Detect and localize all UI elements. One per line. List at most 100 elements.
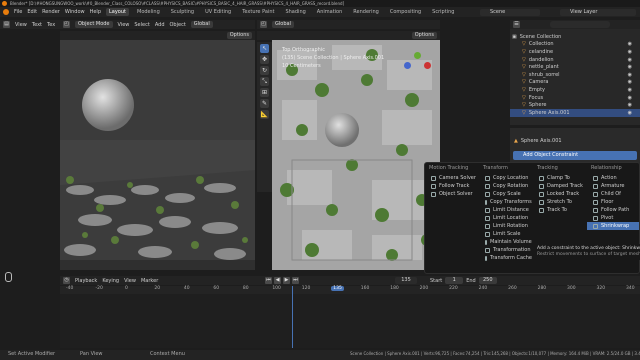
menu-file[interactable]: File [14, 9, 22, 15]
constraint-menu-item[interactable]: Limit Location [479, 214, 531, 222]
outliner-scene-collection[interactable]: ▣ Scene Collection [510, 33, 640, 41]
constraint-menu-item[interactable]: Shrinkwrap [587, 222, 639, 230]
constraint-menu-item[interactable]: Child Of [587, 190, 639, 198]
annotate-icon[interactable]: ✎ [260, 99, 269, 108]
eye-icon[interactable]: ◉ [628, 41, 632, 47]
scale-icon[interactable]: ⤡ [260, 77, 269, 86]
menu-keying[interactable]: Keying [102, 278, 119, 284]
tab-uv-editing[interactable]: UV Editing [202, 8, 234, 16]
outliner-item[interactable]: ▽ Camera ◉ [510, 79, 640, 87]
timeline-ruler[interactable]: -40 -20 0 20 40 60 80 100 120 135 160 180 200 220 240 2… [60, 286, 640, 294]
menu-help[interactable]: Help [90, 9, 101, 15]
constraint-menu-item[interactable]: Camera Solver [425, 174, 477, 182]
blender-logo-icon[interactable] [3, 9, 9, 15]
eye-icon[interactable]: ◉ [628, 79, 632, 85]
constraint-menu-item[interactable]: Pivot [587, 214, 639, 222]
outliner-item[interactable]: ▽ Sphere Axis.001 ◉ [510, 108, 640, 117]
menu-marker[interactable]: Marker [141, 278, 158, 284]
outliner-item[interactable]: ▽ Sphere ◉ [510, 101, 640, 109]
constraint-menu-item[interactable]: Limit Scale [479, 230, 531, 238]
constraint-menu-item[interactable]: Copy Rotation [479, 182, 531, 190]
left-viewport[interactable] [60, 40, 255, 270]
outliner-item[interactable]: ▽ Focus ◉ [510, 94, 640, 102]
eye-icon[interactable]: ◉ [628, 110, 632, 116]
menu-text[interactable]: Text [32, 22, 42, 28]
search-icon[interactable] [550, 21, 610, 28]
constraint-menu-item[interactable]: Armature [587, 182, 639, 190]
menu-view[interactable]: View [118, 22, 130, 28]
current-frame-field[interactable]: 135 [395, 277, 417, 284]
add-object-constraint-button[interactable]: Add Object Constraint [513, 151, 637, 160]
tab-sculpting[interactable]: Sculpting [168, 8, 197, 16]
constraint-menu-item[interactable]: Follow Path [587, 206, 639, 214]
constraint-menu-item[interactable]: Transform Cache [479, 254, 532, 262]
rotate-icon[interactable]: ↻ [260, 66, 269, 75]
end-frame-field[interactable]: 250 [478, 277, 497, 284]
play-reverse-icon[interactable]: ◀ [274, 277, 281, 284]
editor-type-icon[interactable]: ▤ [3, 21, 10, 28]
menu-tex[interactable]: Tex [47, 22, 55, 28]
editor-type-icon[interactable]: ◷ [63, 277, 70, 284]
constraint-menu-item[interactable]: Action [587, 174, 639, 182]
outliner-item[interactable]: ▽ Collection ◉ [510, 41, 640, 49]
outliner-icon[interactable]: ☰ [513, 21, 520, 28]
timeline[interactable]: -40 -20 0 20 40 60 80 100 120 135 160 180 200 220 240 2… [60, 286, 640, 348]
menu-select[interactable]: Select [134, 22, 149, 28]
orientation-selector[interactable]: Global [272, 21, 294, 28]
cursor-icon[interactable]: ↖ [260, 44, 269, 53]
play-icon[interactable]: ▶ [283, 277, 290, 284]
menu-window[interactable]: Window [65, 9, 85, 15]
options-button[interactable]: Options [226, 32, 252, 39]
constraint-menu-item[interactable]: Transformation [479, 246, 531, 254]
editor-type-icon[interactable]: ◰ [260, 21, 267, 28]
eye-icon[interactable]: ◉ [628, 64, 632, 70]
constraint-menu-item[interactable]: Locked Track [533, 190, 585, 198]
tab-rendering[interactable]: Rendering [350, 8, 382, 16]
tab-animation[interactable]: Animation [314, 8, 346, 16]
options-button[interactable]: Options [411, 32, 437, 39]
constraint-menu-item[interactable]: Copy Transforms [479, 198, 532, 206]
menu-edit[interactable]: Edit [27, 9, 37, 15]
gizmo-x-icon[interactable] [424, 62, 431, 69]
constraint-menu-item[interactable]: Damped Track [533, 182, 585, 190]
view-layer-selector[interactable]: View Layer [560, 9, 636, 16]
constraint-menu-item[interactable]: Track To [533, 206, 585, 214]
navigation-gizmo[interactable] [402, 50, 434, 82]
constraint-menu-item[interactable]: Floor [587, 198, 639, 206]
menu-view[interactable]: View [124, 278, 136, 284]
outliner-item[interactable]: ▽ celandine ◉ [510, 48, 640, 56]
eye-icon[interactable]: ◉ [628, 95, 632, 101]
eye-icon[interactable]: ◉ [628, 87, 632, 93]
tab-shading[interactable]: Shading [282, 8, 308, 16]
tab-compositing[interactable]: Compositing [387, 8, 424, 16]
constraint-menu-item[interactable]: Limit Distance [479, 206, 531, 214]
menu-object[interactable]: Object [170, 22, 186, 28]
right-viewport[interactable]: Top Orthographic (135) Scene Collection … [272, 40, 440, 270]
outliner-item[interactable]: ▽ shrub_sorrel ◉ [510, 71, 640, 79]
outliner-item[interactable]: ▽ Empty ◉ [510, 86, 640, 94]
menu-view[interactable]: View [15, 22, 27, 28]
transform-icon[interactable]: ⊞ [260, 88, 269, 97]
constraint-menu-item[interactable]: Stretch To [533, 198, 585, 206]
orientation-selector[interactable]: Global [190, 21, 213, 28]
constraint-menu-item[interactable]: Copy Scale [479, 190, 531, 198]
constraint-menu-item[interactable]: Maintain Volume [479, 238, 532, 246]
eye-icon[interactable]: ◉ [628, 57, 632, 63]
tab-scripting[interactable]: Scripting [429, 8, 457, 16]
editor-type-icon[interactable]: ◰ [63, 21, 70, 28]
eye-icon[interactable]: ◉ [628, 49, 632, 55]
constraint-menu-item[interactable]: Object Solver [425, 190, 477, 198]
constraint-menu-item[interactable]: Copy Location [479, 174, 531, 182]
menu-playback[interactable]: Playback [75, 278, 97, 284]
move-icon[interactable]: ✥ [260, 55, 269, 64]
constraint-menu-item[interactable]: Clamp To [533, 174, 585, 182]
constraint-menu-item[interactable]: Follow Track [425, 182, 477, 190]
menu-render[interactable]: Render [42, 9, 60, 15]
jump-start-icon[interactable]: ⏮ [265, 277, 272, 284]
constraint-menu-item[interactable]: Limit Rotation [479, 222, 531, 230]
outliner-item[interactable]: ▽ dandelion ◉ [510, 56, 640, 64]
jump-end-icon[interactable]: ⏭ [292, 277, 299, 284]
mode-selector[interactable]: Object Mode [75, 21, 113, 28]
eye-icon[interactable]: ◉ [628, 102, 632, 108]
outliner-item[interactable]: ▽ nettle_plant ◉ [510, 63, 640, 71]
